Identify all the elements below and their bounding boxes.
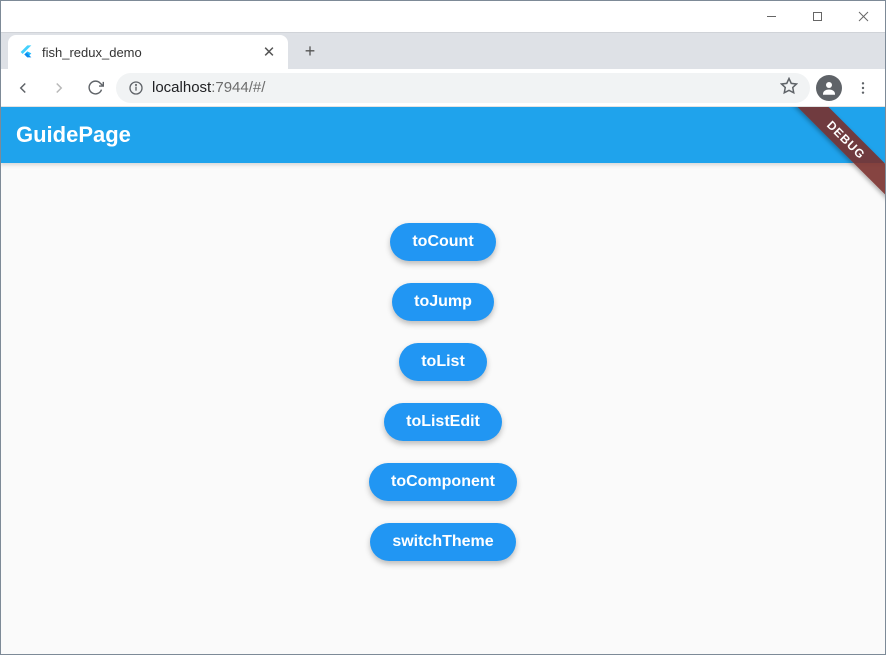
window-close-button[interactable]	[840, 0, 886, 32]
tab-close-button[interactable]: ✕	[260, 43, 278, 61]
browser-toolbar: localhost:7944/#/	[0, 69, 886, 107]
app-bar: GuidePage	[0, 107, 886, 163]
page-title: GuidePage	[16, 122, 131, 148]
tab-strip: fish_redux_demo ✕ +	[0, 33, 886, 69]
window-maximize-button[interactable]	[794, 0, 840, 32]
url-text: localhost:7944/#/	[152, 79, 772, 96]
nav-button-tolistedit[interactable]: toListEdit	[384, 403, 502, 441]
flutter-favicon-icon	[18, 44, 34, 60]
window-minimize-button[interactable]	[748, 0, 794, 32]
browser-tab-active[interactable]: fish_redux_demo ✕	[8, 35, 288, 69]
profile-avatar-icon[interactable]	[816, 75, 842, 101]
app-viewport: GuidePage DEBUG toCount toJump toList to…	[0, 107, 886, 655]
window-titlebar	[0, 0, 886, 32]
nav-button-switchtheme[interactable]: switchTheme	[370, 523, 515, 561]
browser-chrome: fish_redux_demo ✕ + localhost:7944/#/	[0, 32, 886, 107]
nav-forward-button[interactable]	[44, 73, 74, 103]
browser-menu-button[interactable]	[848, 80, 878, 96]
nav-button-tojump[interactable]: toJump	[392, 283, 494, 321]
url-host: localhost	[152, 79, 211, 96]
nav-reload-button[interactable]	[80, 73, 110, 103]
url-path: :7944/#/	[211, 79, 265, 96]
site-info-icon[interactable]	[128, 80, 144, 96]
nav-button-tocomponent[interactable]: toComponent	[369, 463, 517, 501]
nav-button-tolist[interactable]: toList	[399, 343, 487, 381]
nav-back-button[interactable]	[8, 73, 38, 103]
nav-button-tocount[interactable]: toCount	[390, 223, 495, 261]
app-body: toCount toJump toList toListEdit toCompo…	[0, 163, 886, 655]
tab-title: fish_redux_demo	[42, 45, 252, 60]
address-bar[interactable]: localhost:7944/#/	[116, 73, 810, 103]
bookmark-star-icon[interactable]	[780, 77, 798, 99]
window-controls	[748, 0, 886, 32]
new-tab-button[interactable]: +	[296, 37, 324, 65]
